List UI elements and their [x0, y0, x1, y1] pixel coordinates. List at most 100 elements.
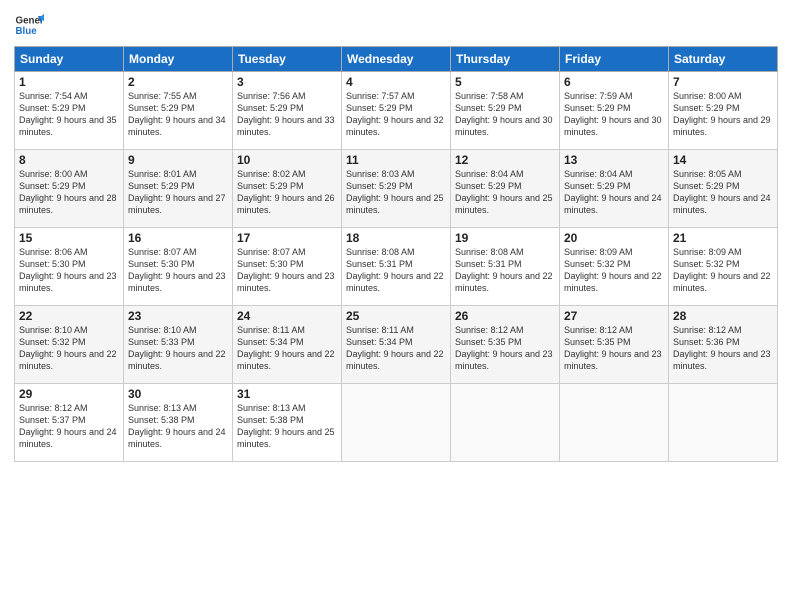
weekday-header-thursday: Thursday: [451, 47, 560, 72]
calendar-cell: [560, 384, 669, 462]
day-info: Sunrise: 7:58 AMSunset: 5:29 PMDaylight:…: [455, 90, 555, 139]
day-number: 2: [128, 75, 228, 89]
calendar-cell: 26Sunrise: 8:12 AMSunset: 5:35 PMDayligh…: [451, 306, 560, 384]
page-container: General Blue SundayMondayTuesdayWednesda…: [0, 0, 792, 470]
calendar-cell: 14Sunrise: 8:05 AMSunset: 5:29 PMDayligh…: [669, 150, 778, 228]
calendar-cell: 27Sunrise: 8:12 AMSunset: 5:35 PMDayligh…: [560, 306, 669, 384]
day-number: 22: [19, 309, 119, 323]
calendar-cell: [669, 384, 778, 462]
day-number: 23: [128, 309, 228, 323]
day-number: 10: [237, 153, 337, 167]
calendar-cell: 22Sunrise: 8:10 AMSunset: 5:32 PMDayligh…: [15, 306, 124, 384]
calendar-cell: 10Sunrise: 8:02 AMSunset: 5:29 PMDayligh…: [233, 150, 342, 228]
day-info: Sunrise: 7:54 AMSunset: 5:29 PMDaylight:…: [19, 90, 119, 139]
day-info: Sunrise: 8:11 AMSunset: 5:34 PMDaylight:…: [346, 324, 446, 373]
weekday-header-monday: Monday: [124, 47, 233, 72]
logo-icon: General Blue: [14, 10, 44, 40]
calendar-cell: 7Sunrise: 8:00 AMSunset: 5:29 PMDaylight…: [669, 72, 778, 150]
calendar-cell: 12Sunrise: 8:04 AMSunset: 5:29 PMDayligh…: [451, 150, 560, 228]
day-number: 26: [455, 309, 555, 323]
day-number: 21: [673, 231, 773, 245]
day-number: 1: [19, 75, 119, 89]
calendar-cell: 11Sunrise: 8:03 AMSunset: 5:29 PMDayligh…: [342, 150, 451, 228]
day-info: Sunrise: 8:02 AMSunset: 5:29 PMDaylight:…: [237, 168, 337, 217]
calendar-cell: [451, 384, 560, 462]
week-row-1: 1Sunrise: 7:54 AMSunset: 5:29 PMDaylight…: [15, 72, 778, 150]
calendar-cell: 4Sunrise: 7:57 AMSunset: 5:29 PMDaylight…: [342, 72, 451, 150]
day-info: Sunrise: 8:05 AMSunset: 5:29 PMDaylight:…: [673, 168, 773, 217]
calendar-cell: 8Sunrise: 8:00 AMSunset: 5:29 PMDaylight…: [15, 150, 124, 228]
header: General Blue: [14, 10, 778, 40]
day-info: Sunrise: 8:12 AMSunset: 5:37 PMDaylight:…: [19, 402, 119, 451]
day-number: 19: [455, 231, 555, 245]
day-number: 4: [346, 75, 446, 89]
day-info: Sunrise: 8:12 AMSunset: 5:36 PMDaylight:…: [673, 324, 773, 373]
day-info: Sunrise: 8:00 AMSunset: 5:29 PMDaylight:…: [19, 168, 119, 217]
day-number: 11: [346, 153, 446, 167]
day-number: 15: [19, 231, 119, 245]
day-info: Sunrise: 8:13 AMSunset: 5:38 PMDaylight:…: [128, 402, 228, 451]
weekday-header-tuesday: Tuesday: [233, 47, 342, 72]
calendar-cell: 2Sunrise: 7:55 AMSunset: 5:29 PMDaylight…: [124, 72, 233, 150]
calendar-cell: 21Sunrise: 8:09 AMSunset: 5:32 PMDayligh…: [669, 228, 778, 306]
weekday-header-sunday: Sunday: [15, 47, 124, 72]
day-info: Sunrise: 8:01 AMSunset: 5:29 PMDaylight:…: [128, 168, 228, 217]
day-number: 24: [237, 309, 337, 323]
day-info: Sunrise: 8:10 AMSunset: 5:33 PMDaylight:…: [128, 324, 228, 373]
day-info: Sunrise: 8:11 AMSunset: 5:34 PMDaylight:…: [237, 324, 337, 373]
day-number: 31: [237, 387, 337, 401]
day-number: 29: [19, 387, 119, 401]
calendar-cell: 13Sunrise: 8:04 AMSunset: 5:29 PMDayligh…: [560, 150, 669, 228]
calendar-cell: 6Sunrise: 7:59 AMSunset: 5:29 PMDaylight…: [560, 72, 669, 150]
weekday-header-wednesday: Wednesday: [342, 47, 451, 72]
day-info: Sunrise: 7:59 AMSunset: 5:29 PMDaylight:…: [564, 90, 664, 139]
weekday-header-friday: Friday: [560, 47, 669, 72]
week-row-3: 15Sunrise: 8:06 AMSunset: 5:30 PMDayligh…: [15, 228, 778, 306]
week-row-2: 8Sunrise: 8:00 AMSunset: 5:29 PMDaylight…: [15, 150, 778, 228]
calendar-cell: 5Sunrise: 7:58 AMSunset: 5:29 PMDaylight…: [451, 72, 560, 150]
day-info: Sunrise: 8:13 AMSunset: 5:38 PMDaylight:…: [237, 402, 337, 451]
week-row-4: 22Sunrise: 8:10 AMSunset: 5:32 PMDayligh…: [15, 306, 778, 384]
day-info: Sunrise: 8:04 AMSunset: 5:29 PMDaylight:…: [455, 168, 555, 217]
calendar-cell: 15Sunrise: 8:06 AMSunset: 5:30 PMDayligh…: [15, 228, 124, 306]
calendar-cell: 23Sunrise: 8:10 AMSunset: 5:33 PMDayligh…: [124, 306, 233, 384]
day-number: 17: [237, 231, 337, 245]
day-info: Sunrise: 8:03 AMSunset: 5:29 PMDaylight:…: [346, 168, 446, 217]
weekday-header-row: SundayMondayTuesdayWednesdayThursdayFrid…: [15, 47, 778, 72]
calendar-cell: 9Sunrise: 8:01 AMSunset: 5:29 PMDaylight…: [124, 150, 233, 228]
day-info: Sunrise: 8:10 AMSunset: 5:32 PMDaylight:…: [19, 324, 119, 373]
day-info: Sunrise: 8:07 AMSunset: 5:30 PMDaylight:…: [237, 246, 337, 295]
day-info: Sunrise: 7:55 AMSunset: 5:29 PMDaylight:…: [128, 90, 228, 139]
week-row-5: 29Sunrise: 8:12 AMSunset: 5:37 PMDayligh…: [15, 384, 778, 462]
calendar-cell: 31Sunrise: 8:13 AMSunset: 5:38 PMDayligh…: [233, 384, 342, 462]
calendar-cell: 1Sunrise: 7:54 AMSunset: 5:29 PMDaylight…: [15, 72, 124, 150]
calendar-table: SundayMondayTuesdayWednesdayThursdayFrid…: [14, 46, 778, 462]
day-number: 12: [455, 153, 555, 167]
calendar-cell: 19Sunrise: 8:08 AMSunset: 5:31 PMDayligh…: [451, 228, 560, 306]
day-info: Sunrise: 7:56 AMSunset: 5:29 PMDaylight:…: [237, 90, 337, 139]
day-info: Sunrise: 7:57 AMSunset: 5:29 PMDaylight:…: [346, 90, 446, 139]
calendar-cell: 17Sunrise: 8:07 AMSunset: 5:30 PMDayligh…: [233, 228, 342, 306]
day-info: Sunrise: 8:12 AMSunset: 5:35 PMDaylight:…: [564, 324, 664, 373]
day-number: 16: [128, 231, 228, 245]
calendar-cell: 30Sunrise: 8:13 AMSunset: 5:38 PMDayligh…: [124, 384, 233, 462]
calendar-cell: 18Sunrise: 8:08 AMSunset: 5:31 PMDayligh…: [342, 228, 451, 306]
day-number: 8: [19, 153, 119, 167]
day-number: 25: [346, 309, 446, 323]
calendar-cell: 24Sunrise: 8:11 AMSunset: 5:34 PMDayligh…: [233, 306, 342, 384]
svg-text:Blue: Blue: [16, 26, 38, 37]
day-info: Sunrise: 8:00 AMSunset: 5:29 PMDaylight:…: [673, 90, 773, 139]
day-number: 6: [564, 75, 664, 89]
logo: General Blue: [14, 10, 44, 40]
day-number: 28: [673, 309, 773, 323]
day-info: Sunrise: 8:12 AMSunset: 5:35 PMDaylight:…: [455, 324, 555, 373]
day-info: Sunrise: 8:04 AMSunset: 5:29 PMDaylight:…: [564, 168, 664, 217]
day-number: 18: [346, 231, 446, 245]
day-info: Sunrise: 8:08 AMSunset: 5:31 PMDaylight:…: [346, 246, 446, 295]
day-info: Sunrise: 8:09 AMSunset: 5:32 PMDaylight:…: [564, 246, 664, 295]
day-number: 13: [564, 153, 664, 167]
calendar-cell: 20Sunrise: 8:09 AMSunset: 5:32 PMDayligh…: [560, 228, 669, 306]
day-number: 5: [455, 75, 555, 89]
day-number: 20: [564, 231, 664, 245]
calendar-cell: 29Sunrise: 8:12 AMSunset: 5:37 PMDayligh…: [15, 384, 124, 462]
